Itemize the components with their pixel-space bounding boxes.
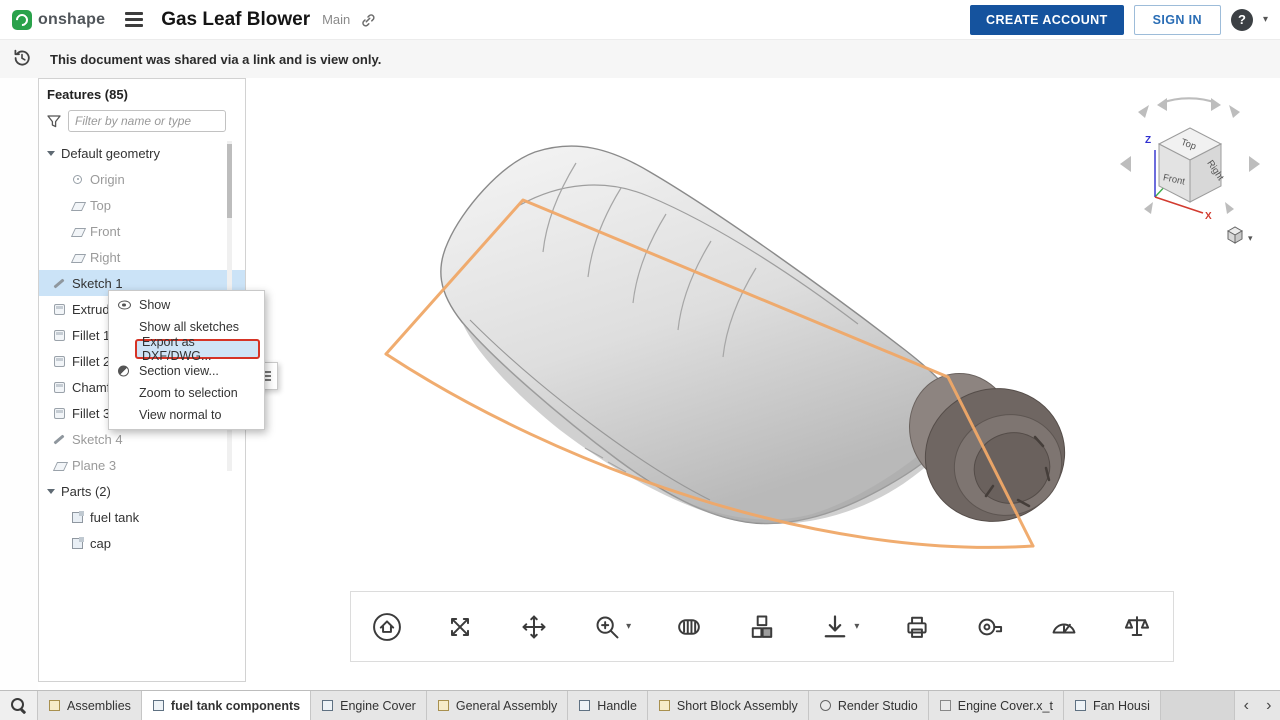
tab-search-button[interactable] — [0, 691, 38, 720]
zoom-button[interactable]: ▾ — [587, 607, 635, 647]
tab-handle[interactable]: Handle — [568, 691, 648, 720]
mass-properties-button[interactable] — [1117, 607, 1157, 647]
document-title: Gas Leaf Blower — [161, 9, 310, 31]
chevron-down-icon[interactable] — [47, 151, 55, 156]
menu-item-export-dxf-dwg[interactable]: Export as DXF/DWG... — [109, 338, 264, 360]
assembly-tab-icon — [48, 699, 61, 712]
view-only-banner: This document was shared via a link and … — [0, 40, 1280, 78]
assembly-tab-icon — [437, 699, 450, 712]
plane-icon — [53, 459, 66, 472]
plane-icon — [71, 225, 84, 238]
tree-item-plane-3[interactable]: Plane 3 — [39, 452, 245, 478]
imported-file-tab-icon — [939, 699, 952, 712]
orbit-button[interactable] — [440, 607, 480, 647]
search-icon — [11, 698, 27, 714]
sketch-icon — [53, 433, 66, 446]
tab-list: Assemblies fuel tank components Engine C… — [38, 691, 1234, 720]
export-caret-icon[interactable]: ▾ — [854, 621, 859, 632]
top-bar: onshape Gas Leaf Blower Main CREATE ACCO… — [0, 0, 1280, 40]
protractor-button[interactable] — [1044, 607, 1084, 647]
tree-group-default-geometry[interactable]: Default geometry — [39, 140, 245, 166]
filter-icon — [47, 115, 61, 128]
tree-group-parts[interactable]: Parts (2) — [39, 478, 245, 504]
tab-engine-cover[interactable]: Engine Cover — [311, 691, 427, 720]
export-highlight-annotation[interactable]: Export as DXF/DWG... — [135, 339, 260, 359]
tab-scroll-controls: ‹ › — [1234, 691, 1280, 720]
plane-icon — [71, 251, 84, 264]
tab-assemblies[interactable]: Assemblies — [38, 691, 142, 720]
main-menu-icon[interactable] — [125, 12, 143, 27]
section-view-icon — [118, 366, 129, 377]
measure-button[interactable] — [970, 607, 1010, 647]
menu-item-section-view[interactable]: Section view... — [109, 360, 264, 382]
menu-item-zoom-to-selection[interactable]: Zoom to selection — [109, 382, 264, 404]
menu-item-view-normal-to[interactable]: View normal to — [109, 404, 264, 426]
axis-x-label: X — [1205, 211, 1212, 222]
onshape-logo-text: onshape — [38, 11, 105, 29]
tab-general-assembly[interactable]: General Assembly — [427, 691, 568, 720]
sign-in-button[interactable]: SIGN IN — [1134, 5, 1221, 35]
extrude-icon — [53, 303, 66, 316]
section-view-button[interactable] — [669, 607, 709, 647]
share-link-icon[interactable] — [360, 12, 376, 28]
document-tab-bar: Assemblies fuel tank components Engine C… — [0, 690, 1280, 720]
export-button[interactable]: ▾ — [815, 607, 863, 647]
tree-item-cap[interactable]: cap — [39, 530, 245, 556]
sketch-icon — [53, 277, 66, 290]
view-cube[interactable]: Top Front Right Z X ▾ — [1120, 98, 1260, 243]
chamfer-icon — [53, 381, 66, 394]
axis-z-label: Z — [1145, 135, 1151, 146]
view-only-text: This document was shared via a link and … — [50, 52, 381, 67]
tree-item-front-plane[interactable]: Front — [39, 218, 245, 244]
history-icon[interactable] — [11, 47, 33, 74]
tab-fuel-tank-components[interactable]: fuel tank components — [142, 691, 311, 720]
features-title: Features (85) — [39, 79, 245, 106]
tab-render-studio[interactable]: Render Studio — [809, 691, 929, 720]
pan-button[interactable] — [514, 607, 554, 647]
home-view-button[interactable] — [367, 607, 407, 647]
help-caret-icon[interactable]: ▾ — [1263, 14, 1268, 25]
scrollbar-thumb[interactable] — [227, 144, 232, 218]
fillet-icon — [53, 329, 66, 342]
filter-input[interactable] — [68, 110, 226, 132]
tab-fan-housing[interactable]: Fan Housi — [1064, 691, 1161, 720]
part-icon — [71, 537, 84, 550]
fuel-tank-model[interactable] — [386, 146, 1082, 547]
view-cube-caret-icon[interactable]: ▾ — [1248, 233, 1253, 243]
part-studio-tab-icon — [1074, 699, 1087, 712]
fillet-icon — [53, 407, 66, 420]
view-toolbar: ▾ ▾ — [350, 591, 1174, 662]
context-menu: Show Show all sketches Export as DXF/DWG… — [108, 290, 265, 430]
workspace-name[interactable]: Main — [322, 12, 350, 27]
view-cube-menu-button[interactable]: ▾ — [1228, 227, 1253, 243]
render-studio-tab-icon — [819, 699, 832, 712]
create-account-button[interactable]: CREATE ACCOUNT — [970, 5, 1124, 35]
tab-short-block-assembly[interactable]: Short Block Assembly — [648, 691, 809, 720]
tree-item-top-plane[interactable]: Top — [39, 192, 245, 218]
plane-icon — [71, 199, 84, 212]
part-studio-tab-icon — [152, 699, 165, 712]
origin-icon — [71, 173, 84, 186]
onshape-logo-icon — [12, 10, 32, 30]
print-button[interactable] — [897, 607, 937, 647]
tree-item-fuel-tank[interactable]: fuel tank — [39, 504, 245, 530]
tab-scroll-left-icon[interactable]: ‹ — [1244, 697, 1249, 715]
help-icon[interactable]: ? — [1231, 9, 1253, 31]
part-icon — [71, 511, 84, 524]
tab-scroll-right-icon[interactable]: › — [1266, 697, 1271, 715]
zoom-caret-icon[interactable]: ▾ — [626, 621, 631, 632]
left-gutter — [0, 78, 38, 690]
appearance-button[interactable] — [742, 607, 782, 647]
part-studio-tab-icon — [321, 699, 334, 712]
tree-item-right-plane[interactable]: Right — [39, 244, 245, 270]
tab-engine-cover-xt[interactable]: Engine Cover.x_t — [929, 691, 1064, 720]
part-studio-tab-icon — [578, 699, 591, 712]
fillet-icon — [53, 355, 66, 368]
eye-icon — [118, 301, 131, 310]
menu-item-show[interactable]: Show — [109, 294, 264, 316]
chevron-down-icon[interactable] — [47, 489, 55, 494]
onshape-logo[interactable]: onshape — [12, 10, 105, 30]
assembly-tab-icon — [658, 699, 671, 712]
tree-item-origin[interactable]: Origin — [39, 166, 245, 192]
